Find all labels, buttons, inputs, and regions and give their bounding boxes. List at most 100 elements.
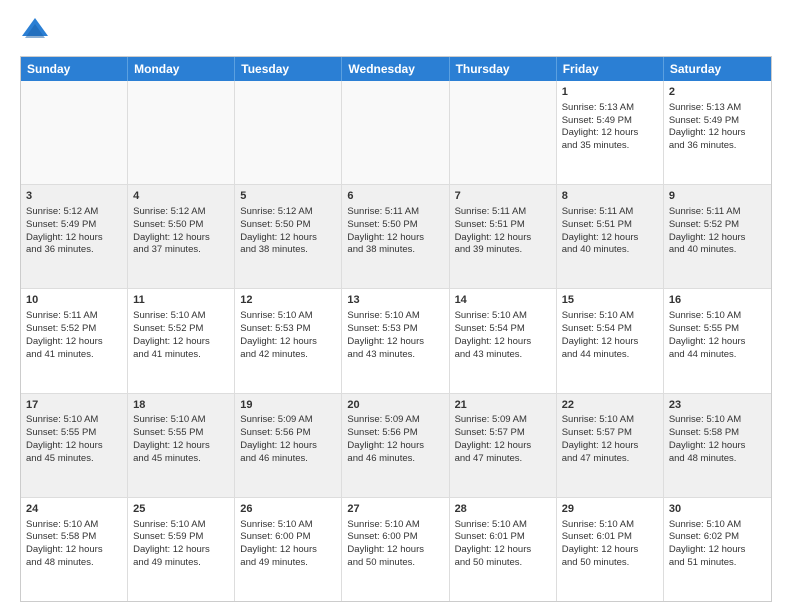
- day-number: 4: [133, 189, 229, 204]
- day-number: 3: [26, 189, 122, 204]
- calendar-cell: 13Sunrise: 5:10 AMSunset: 5:53 PMDayligh…: [342, 289, 449, 392]
- day-info: Sunrise: 5:11 AM: [669, 206, 766, 219]
- day-number: 5: [240, 189, 336, 204]
- calendar-cell: 11Sunrise: 5:10 AMSunset: 5:52 PMDayligh…: [128, 289, 235, 392]
- calendar-cell: 23Sunrise: 5:10 AMSunset: 5:58 PMDayligh…: [664, 394, 771, 497]
- calendar-cell: 15Sunrise: 5:10 AMSunset: 5:54 PMDayligh…: [557, 289, 664, 392]
- day-info: and 48 minutes.: [669, 453, 766, 466]
- day-info: Daylight: 12 hours: [240, 440, 336, 453]
- day-info: Daylight: 12 hours: [455, 440, 551, 453]
- day-info: Daylight: 12 hours: [669, 440, 766, 453]
- day-info: and 49 minutes.: [240, 557, 336, 570]
- day-info: and 39 minutes.: [455, 244, 551, 257]
- day-number: 18: [133, 398, 229, 413]
- calendar-cell: 9Sunrise: 5:11 AMSunset: 5:52 PMDaylight…: [664, 185, 771, 288]
- day-info: Sunrise: 5:10 AM: [669, 414, 766, 427]
- day-number: 15: [562, 293, 658, 308]
- day-info: Sunrise: 5:10 AM: [347, 310, 443, 323]
- day-info: Sunset: 5:54 PM: [455, 323, 551, 336]
- day-info: Sunset: 5:54 PM: [562, 323, 658, 336]
- day-info: Sunset: 5:52 PM: [26, 323, 122, 336]
- calendar-header-cell: Tuesday: [235, 57, 342, 81]
- day-info: Daylight: 12 hours: [26, 336, 122, 349]
- day-info: Sunset: 5:50 PM: [240, 219, 336, 232]
- day-info: Sunrise: 5:10 AM: [347, 519, 443, 532]
- day-info: and 49 minutes.: [133, 557, 229, 570]
- calendar-row: 1Sunrise: 5:13 AMSunset: 5:49 PMDaylight…: [21, 81, 771, 184]
- day-number: 1: [562, 85, 658, 100]
- day-info: Daylight: 12 hours: [562, 336, 658, 349]
- calendar-cell: 4Sunrise: 5:12 AMSunset: 5:50 PMDaylight…: [128, 185, 235, 288]
- day-number: 16: [669, 293, 766, 308]
- day-info: Daylight: 12 hours: [669, 127, 766, 140]
- day-info: Sunrise: 5:10 AM: [562, 414, 658, 427]
- day-info: Daylight: 12 hours: [240, 232, 336, 245]
- day-info: Sunset: 5:56 PM: [347, 427, 443, 440]
- day-info: Daylight: 12 hours: [347, 544, 443, 557]
- day-info: and 38 minutes.: [347, 244, 443, 257]
- day-info: Sunset: 5:58 PM: [669, 427, 766, 440]
- day-info: Sunrise: 5:10 AM: [562, 519, 658, 532]
- calendar-header-cell: Monday: [128, 57, 235, 81]
- day-number: 30: [669, 502, 766, 517]
- day-info: Daylight: 12 hours: [347, 232, 443, 245]
- calendar-header-cell: Friday: [557, 57, 664, 81]
- day-number: 2: [669, 85, 766, 100]
- calendar-header-cell: Sunday: [21, 57, 128, 81]
- calendar-cell: [450, 81, 557, 184]
- day-info: Daylight: 12 hours: [133, 440, 229, 453]
- calendar-cell: [21, 81, 128, 184]
- calendar-cell: 17Sunrise: 5:10 AMSunset: 5:55 PMDayligh…: [21, 394, 128, 497]
- calendar-cell: 7Sunrise: 5:11 AMSunset: 5:51 PMDaylight…: [450, 185, 557, 288]
- day-number: 14: [455, 293, 551, 308]
- day-info: and 36 minutes.: [26, 244, 122, 257]
- day-info: Daylight: 12 hours: [562, 544, 658, 557]
- day-info: Sunrise: 5:09 AM: [240, 414, 336, 427]
- day-info: Sunset: 6:00 PM: [347, 531, 443, 544]
- day-info: Sunset: 5:51 PM: [562, 219, 658, 232]
- day-number: 8: [562, 189, 658, 204]
- day-number: 28: [455, 502, 551, 517]
- day-info: Sunset: 6:02 PM: [669, 531, 766, 544]
- day-number: 24: [26, 502, 122, 517]
- day-info: Sunset: 5:49 PM: [669, 115, 766, 128]
- day-info: Daylight: 12 hours: [133, 336, 229, 349]
- calendar-cell: 6Sunrise: 5:11 AMSunset: 5:50 PMDaylight…: [342, 185, 449, 288]
- day-info: and 50 minutes.: [562, 557, 658, 570]
- calendar-cell: 8Sunrise: 5:11 AMSunset: 5:51 PMDaylight…: [557, 185, 664, 288]
- day-info: and 42 minutes.: [240, 349, 336, 362]
- calendar-cell: 25Sunrise: 5:10 AMSunset: 5:59 PMDayligh…: [128, 498, 235, 601]
- day-info: and 51 minutes.: [669, 557, 766, 570]
- day-number: 19: [240, 398, 336, 413]
- day-number: 23: [669, 398, 766, 413]
- day-info: Sunset: 6:01 PM: [562, 531, 658, 544]
- day-info: Sunrise: 5:11 AM: [347, 206, 443, 219]
- day-number: 9: [669, 189, 766, 204]
- day-info: Daylight: 12 hours: [455, 544, 551, 557]
- day-number: 7: [455, 189, 551, 204]
- day-info: and 44 minutes.: [669, 349, 766, 362]
- day-info: Sunset: 5:52 PM: [669, 219, 766, 232]
- day-number: 10: [26, 293, 122, 308]
- day-info: Daylight: 12 hours: [562, 232, 658, 245]
- day-number: 17: [26, 398, 122, 413]
- day-info: Sunrise: 5:10 AM: [455, 519, 551, 532]
- day-info: and 50 minutes.: [455, 557, 551, 570]
- day-info: Daylight: 12 hours: [562, 127, 658, 140]
- calendar-cell: 16Sunrise: 5:10 AMSunset: 5:55 PMDayligh…: [664, 289, 771, 392]
- day-info: Daylight: 12 hours: [455, 336, 551, 349]
- day-info: Sunset: 5:57 PM: [455, 427, 551, 440]
- calendar-cell: 27Sunrise: 5:10 AMSunset: 6:00 PMDayligh…: [342, 498, 449, 601]
- calendar-cell: 1Sunrise: 5:13 AMSunset: 5:49 PMDaylight…: [557, 81, 664, 184]
- day-info: Daylight: 12 hours: [347, 440, 443, 453]
- day-info: Sunset: 5:53 PM: [347, 323, 443, 336]
- day-info: and 46 minutes.: [240, 453, 336, 466]
- calendar-cell: [235, 81, 342, 184]
- day-info: and 36 minutes.: [669, 140, 766, 153]
- page: SundayMondayTuesdayWednesdayThursdayFrid…: [0, 0, 792, 612]
- day-info: Sunrise: 5:09 AM: [347, 414, 443, 427]
- calendar-header-cell: Thursday: [450, 57, 557, 81]
- day-info: Sunset: 5:50 PM: [133, 219, 229, 232]
- calendar-cell: 22Sunrise: 5:10 AMSunset: 5:57 PMDayligh…: [557, 394, 664, 497]
- day-info: Sunset: 5:52 PM: [133, 323, 229, 336]
